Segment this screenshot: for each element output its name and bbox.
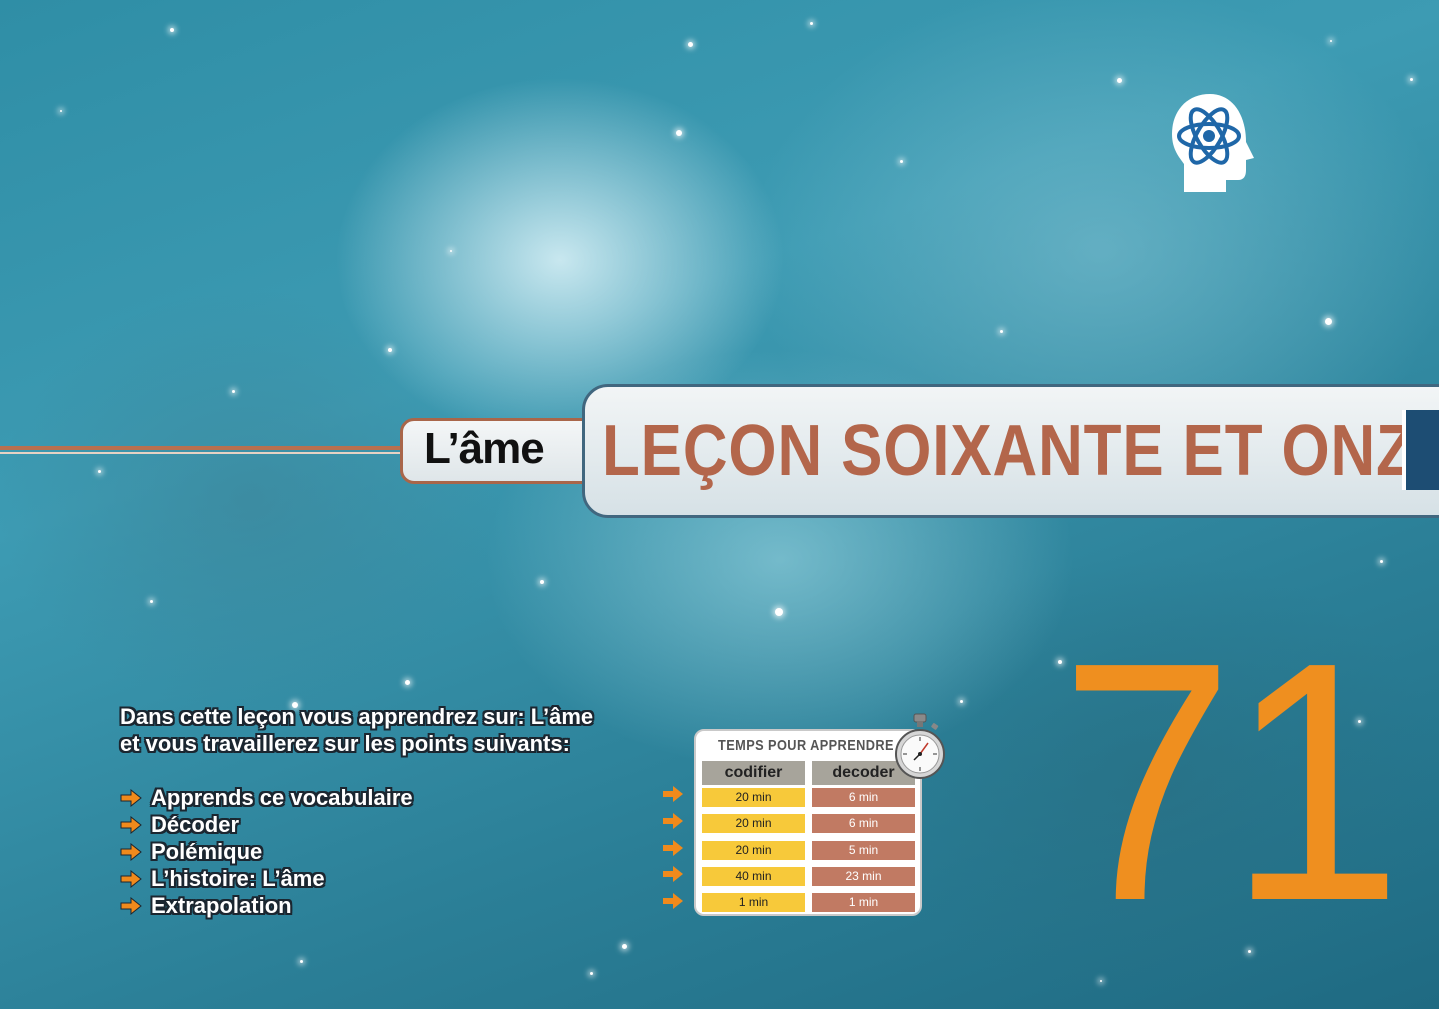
arrow-right-icon	[663, 813, 683, 829]
list-item: Extrapolation	[120, 892, 413, 919]
arrow-right-icon	[120, 788, 142, 807]
star	[688, 42, 693, 47]
head-atom-icon	[1172, 94, 1254, 192]
star	[622, 944, 627, 949]
column-header-codifier: codifier	[702, 761, 805, 785]
arrow-right-icon	[120, 896, 142, 915]
decoder-cell: 6 min	[812, 814, 915, 833]
star	[676, 130, 682, 136]
star	[98, 470, 101, 473]
point-label: Décoder	[151, 811, 240, 837]
star	[1410, 78, 1413, 81]
point-label: Polémique	[151, 838, 263, 864]
timing-title: TEMPS POUR APPRENDRE	[718, 737, 894, 754]
intro-text: Dans cette leçon vous apprendrez sur: L’…	[120, 703, 593, 757]
intro-line-1: Dans cette leçon vous apprendrez sur: L’…	[120, 704, 594, 729]
codifier-cell: 40 min	[702, 867, 805, 886]
points-list: Apprends ce vocabulaire Décoder Polémiqu…	[120, 784, 413, 919]
star	[1330, 40, 1332, 42]
star	[900, 160, 903, 163]
arrow-right-icon	[120, 815, 142, 834]
star	[1380, 560, 1383, 563]
arrow-right-icon	[663, 786, 683, 802]
list-item: Décoder	[120, 811, 413, 838]
title-accent-bar	[1404, 410, 1439, 490]
point-label: Extrapolation	[151, 892, 292, 918]
star	[810, 22, 813, 25]
star	[590, 972, 593, 975]
arrow-right-icon	[120, 869, 142, 888]
stopwatch-icon	[895, 713, 945, 779]
star	[300, 960, 303, 963]
star	[1117, 78, 1122, 83]
star	[450, 250, 452, 252]
decoder-cell: 1 min	[812, 893, 915, 912]
arrow-right-icon	[663, 893, 683, 909]
title-rule-highlight	[0, 452, 420, 454]
decoder-cell: 23 min	[812, 867, 915, 886]
decoder-cell: 6 min	[812, 788, 915, 807]
arrow-right-icon	[120, 842, 142, 861]
star	[405, 680, 410, 685]
star	[170, 28, 174, 32]
lesson-cover: L’âme LEÇON SOIXANTE ET ONZE 71 Dans cet…	[0, 0, 1439, 1009]
list-item: L’histoire: L’âme	[120, 865, 413, 892]
star	[775, 608, 783, 616]
star	[150, 600, 153, 603]
star	[388, 348, 392, 352]
title-accent-divider	[1402, 410, 1406, 490]
topic-label: L’âme	[424, 424, 545, 473]
list-item: Apprends ce vocabulaire	[120, 784, 413, 811]
star	[232, 390, 235, 393]
codifier-cell: 1 min	[702, 893, 805, 912]
intro-line-2: et vous travaillerez sur les points suiv…	[120, 731, 570, 756]
codifier-cell: 20 min	[702, 814, 805, 833]
arrow-right-icon	[663, 866, 683, 882]
timing-card: TEMPS POUR APPRENDRE codifier decoder 20…	[694, 729, 922, 916]
lesson-number: 71	[1060, 592, 1402, 972]
star	[1000, 330, 1003, 333]
list-item: Polémique	[120, 838, 413, 865]
decoder-cell: 5 min	[812, 841, 915, 860]
point-label: Apprends ce vocabulaire	[151, 784, 413, 810]
codifier-cell: 20 min	[702, 841, 805, 860]
star	[1100, 980, 1102, 982]
arrow-right-icon	[663, 840, 683, 856]
codifier-cell: 20 min	[702, 788, 805, 807]
star	[960, 700, 963, 703]
title-rule	[0, 446, 420, 450]
star	[1325, 318, 1332, 325]
point-label: L’histoire: L’âme	[151, 865, 325, 891]
lesson-title: LEÇON SOIXANTE ET ONZE	[602, 411, 1439, 491]
star	[540, 580, 544, 584]
star	[60, 110, 62, 112]
